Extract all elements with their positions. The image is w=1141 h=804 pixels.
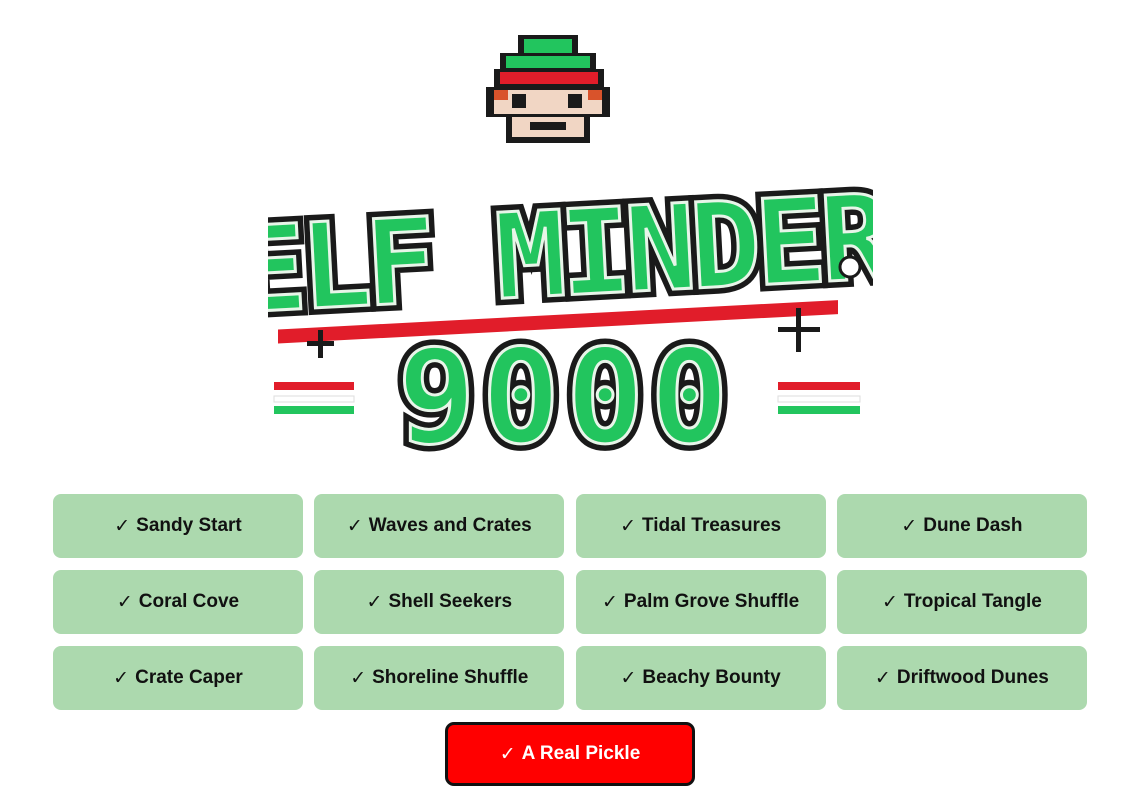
- check-icon: ✓: [113, 667, 130, 689]
- level-label: Tidal Treasures: [642, 515, 782, 536]
- check-icon: ✓: [366, 591, 383, 613]
- level-button-dune-dash[interactable]: ✓ Dune Dash: [836, 494, 1087, 558]
- check-icon: ✓: [620, 667, 637, 689]
- level-label: Beachy Bounty: [642, 667, 781, 688]
- game-logo: ELF MINDER ELF MINDER 9000 9000: [268, 30, 873, 460]
- level-label: Shoreline Shuffle: [372, 667, 529, 688]
- level-button-beachy-bounty[interactable]: ✓ Beachy Bounty: [575, 646, 826, 710]
- level-label: Coral Cove: [138, 591, 240, 612]
- level-label: A Real Pickle: [521, 743, 641, 764]
- level-button-tidal-treasures[interactable]: ✓ Tidal Treasures: [575, 494, 826, 558]
- level-label: Driftwood Dunes: [896, 667, 1049, 688]
- level-label: Tropical Tangle: [903, 591, 1042, 612]
- svg-text:9000: 9000: [397, 321, 734, 460]
- check-icon: ✓: [350, 667, 367, 689]
- level-select-screen: ELF MINDER ELF MINDER 9000 9000 ✓ Sandy …: [0, 0, 1141, 804]
- level-button-coral-cove[interactable]: ✓ Coral Cove: [53, 570, 303, 634]
- logo-subtitle-text: 9000 9000: [390, 314, 735, 460]
- check-icon: ✓: [114, 515, 131, 537]
- level-button-crate-caper[interactable]: ✓ Crate Caper: [53, 646, 303, 710]
- level-label: Palm Grove Shuffle: [623, 591, 800, 612]
- check-icon: ✓: [620, 515, 637, 537]
- level-button-shell-seekers[interactable]: ✓ Shell Seekers: [314, 570, 565, 634]
- level-button-shoreline-shuffle[interactable]: ✓ Shoreline Shuffle: [314, 646, 565, 710]
- check-icon: ✓: [499, 743, 516, 765]
- level-label: Shell Seekers: [388, 591, 513, 612]
- level-button-sandy-start[interactable]: ✓ Sandy Start: [53, 494, 303, 558]
- logo-title-text: ELF MINDER ELF MINDER: [268, 161, 873, 347]
- level-label: Dune Dash: [923, 515, 1023, 536]
- level-grid: ✓ Sandy Start ✓ Waves and Crates ✓ Tidal Tr…: [53, 494, 1087, 710]
- level-label: Crate Caper: [135, 667, 243, 688]
- level-button-waves-and-crates[interactable]: ✓ Waves and Crates: [314, 494, 565, 558]
- check-icon: ✓: [874, 667, 891, 689]
- elf-minder-logo: ELF MINDER ELF MINDER 9000 9000: [268, 35, 873, 460]
- check-icon: ✓: [116, 591, 133, 613]
- level-button-tropical-tangle[interactable]: ✓ Tropical Tangle: [836, 570, 1087, 634]
- check-icon: ✓: [346, 515, 363, 537]
- level-label: Waves and Crates: [368, 515, 532, 536]
- level-button-a-real-pickle[interactable]: ✓ A Real Pickle: [445, 722, 695, 786]
- level-button-palm-grove-shuffle[interactable]: ✓ Palm Grove Shuffle: [575, 570, 826, 634]
- level-label: Sandy Start: [136, 515, 242, 536]
- level-button-driftwood-dunes[interactable]: ✓ Driftwood Dunes: [836, 646, 1087, 710]
- elf-head-icon: [486, 35, 610, 143]
- check-icon: ✓: [601, 591, 618, 613]
- check-icon: ✓: [901, 515, 918, 537]
- check-icon: ✓: [881, 591, 898, 613]
